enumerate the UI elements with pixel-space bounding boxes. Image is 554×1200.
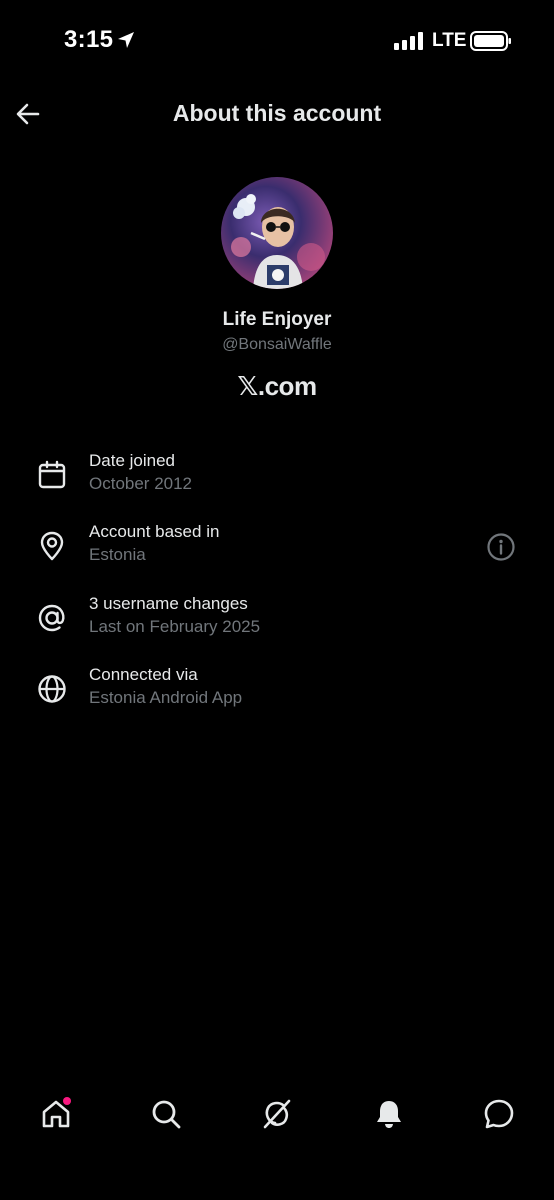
page-title: About this account [172,100,382,126]
info-value: October 2012 [89,474,193,493]
info-value: Last on February 2025 [89,617,261,636]
nav-search[interactable] [148,1096,184,1132]
x-com-logo: 𝕏.com [0,371,554,402]
info-circle-icon[interactable] [486,532,516,562]
message-icon [484,1099,514,1129]
home-badge-dot [63,1097,71,1105]
network-type: LTE [432,30,467,51]
info-row-connected-via: Connected via Estonia Android App [0,665,554,725]
info-label: Account based in [89,522,220,541]
calendar-icon [38,460,66,489]
bell-icon [377,1101,401,1128]
search-icon [152,1100,181,1129]
avatar [221,177,333,289]
location-pin-icon [40,531,64,561]
info-value: Estonia Android App [89,688,243,707]
battery-icon [470,31,511,51]
home-indicator [187,1182,367,1187]
signal-bars-icon [394,32,423,50]
status-bar: 3:15 LTE [0,0,554,84]
globe-icon [38,675,66,703]
info-row-username-changes: 3 username changes Last on February 2025 [0,594,554,654]
location-arrow-icon [118,32,134,48]
x-logo-suffix: .com [257,371,317,401]
info-value: Estonia [89,545,146,564]
bottom-nav [0,1082,554,1152]
grok-icon [263,1099,291,1129]
user-handle[interactable]: @BonsaiWaffle [0,336,554,354]
nav-grok[interactable] [259,1096,295,1132]
header: About this account [0,84,554,144]
info-row-account-location: Account based in Estonia [0,522,554,582]
nav-notifications[interactable] [371,1096,407,1132]
info-label: Connected via [89,665,198,684]
info-label: Date joined [89,451,176,470]
info-row-date-joined: Date joined October 2012 [0,451,554,511]
status-time: 3:15 [64,26,114,53]
x-logo-icon: 𝕏 [237,372,258,402]
nav-messages[interactable] [481,1096,517,1132]
info-label: 3 username changes [89,594,248,613]
at-sign-icon [38,604,65,632]
display-name: Life Enjoyer [222,309,332,330]
